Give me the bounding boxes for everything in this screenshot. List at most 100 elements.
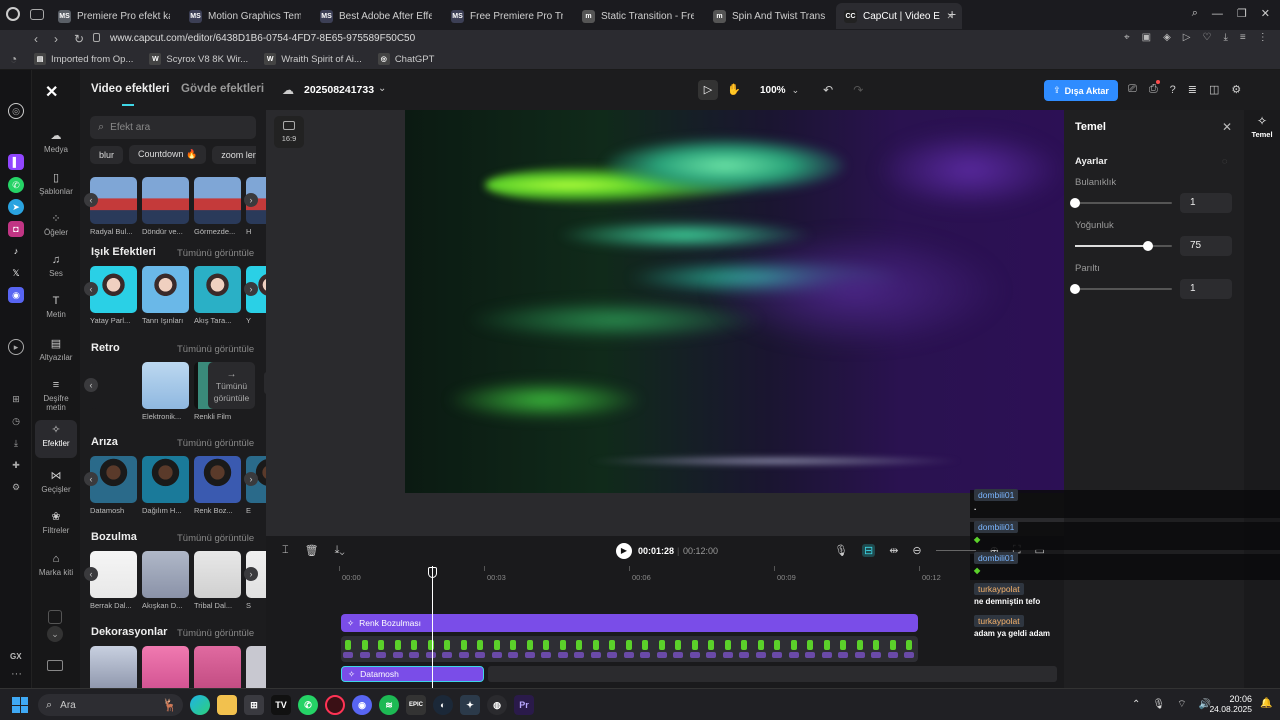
effect-thumbnail[interactable] (142, 456, 189, 503)
telegram-icon[interactable]: ➤ (8, 199, 24, 215)
search-tabs-icon[interactable]: ⌕ (1192, 7, 1198, 20)
redo-icon[interactable]: ↷ (853, 83, 863, 97)
layers-icon[interactable]: ≣ (1188, 83, 1197, 96)
steam-icon[interactable]: ◐ (433, 695, 453, 715)
nav-brand-kit[interactable]: ⌂ Marka kiti (35, 549, 77, 587)
player-icon[interactable]: ▷ (1183, 32, 1191, 43)
reload-icon[interactable]: ↻ (74, 32, 84, 46)
help-icon[interactable]: ? (1170, 84, 1176, 96)
effect-clip[interactable]: ✧ Renk Bozulması (341, 614, 918, 632)
carousel-prev-icon[interactable]: ‹ (84, 472, 98, 486)
pin-icon[interactable]: ⌖ (1124, 32, 1130, 43)
nav-collapse-icon[interactable]: ⌄ (47, 626, 63, 642)
retro-see-all-button[interactable]: → Tümünü görüntüle (208, 362, 255, 409)
downloads-icon[interactable]: ⤓ (8, 435, 24, 451)
nav-filters[interactable]: ❀ Filtreler (35, 507, 77, 535)
tradingview-icon[interactable]: TV (271, 695, 291, 715)
more-icon[interactable]: ··· (11, 668, 22, 680)
tab-basic[interactable]: ✧ Temel (1246, 114, 1278, 140)
spotify-icon[interactable]: ≋ (379, 695, 399, 715)
epic-games-icon[interactable]: EPIC (406, 695, 426, 715)
easy-setup-icon[interactable]: ≡ (1240, 32, 1246, 43)
search-chip[interactable]: zoom lens (212, 145, 256, 164)
effects-search[interactable]: ⌕ Efekt ara (90, 116, 256, 139)
clock-time[interactable]: 20:06 (1208, 694, 1252, 704)
url-field[interactable]: www.capcut.com/editor/6438D1B6-0754-4FD7… (110, 33, 415, 44)
search-chip[interactable]: Countdown 🔥 (129, 145, 207, 164)
discord-icon[interactable]: ◉ (8, 287, 24, 303)
nav-cloud-upload[interactable]: ☁ Medya (35, 126, 77, 154)
split-icon[interactable]: ⌶ (282, 544, 289, 557)
undo-icon[interactable]: ↶ (823, 83, 833, 97)
carousel-next-icon[interactable]: › (244, 193, 258, 207)
delete-icon[interactable]: 🗑 (305, 544, 319, 557)
layout-icon[interactable]: ◫ (1209, 83, 1219, 96)
editor-settings-icon[interactable]: ⚙ (1231, 83, 1241, 96)
back-icon[interactable]: ‹ (34, 32, 38, 46)
aria-icon[interactable]: ◎ (8, 103, 24, 119)
store-icon[interactable]: ⊞ (244, 695, 264, 715)
nav-music[interactable]: ♫ Ses (35, 250, 77, 278)
download-clip-icon[interactable]: ⤓⌄ (335, 544, 345, 557)
whatsapp-icon[interactable]: ✆ (8, 177, 24, 193)
forward-icon[interactable]: › (54, 32, 58, 46)
video-preview[interactable] (405, 110, 1065, 493)
project-name[interactable]: 202508241733 (304, 84, 374, 96)
see-all-link[interactable]: Tümünü görüntüle (177, 344, 254, 355)
valorant-icon[interactable]: ✦ (460, 695, 480, 715)
bookmark-item[interactable]: ◎ ChatGPT (377, 50, 434, 68)
zoom-level[interactable]: 100% (760, 85, 786, 96)
slider-value-input[interactable]: 1 (1180, 193, 1232, 213)
see-all-link[interactable]: Tümünü görüntüle (177, 438, 254, 449)
carousel-next-icon[interactable]: › (244, 282, 258, 296)
nav-elements[interactable]: ⁘ Öğeler (35, 209, 77, 237)
browser-tab[interactable]: CCCapCut | Video Editor | A✕ (836, 3, 962, 29)
tab-body-effects[interactable]: Gövde efektleri (181, 83, 264, 95)
see-all-link[interactable]: Tümünü görüntüle (177, 628, 254, 639)
slider-knob[interactable] (1070, 284, 1080, 294)
search-chip[interactable]: blur (90, 145, 124, 164)
restore-button[interactable]: ❐ (1237, 7, 1247, 20)
notifications-icon[interactable]: ⎙ (1149, 80, 1160, 96)
reset-icon[interactable]: ◌ (1222, 156, 1227, 166)
carousel-prev-icon[interactable]: ‹ (84, 567, 98, 581)
nvidia-icon[interactable]: ◍ (487, 695, 507, 715)
history-icon[interactable]: ◷ (8, 413, 24, 429)
effect-thumbnail[interactable] (194, 266, 241, 313)
browser-tab[interactable]: MS Free Premiere Pro Transit (443, 3, 571, 29)
project-chevron-down-icon[interactable]: ⌄ (378, 83, 386, 94)
edge-icon[interactable] (190, 695, 210, 715)
taskbar-search[interactable]: ⌕ Ara 🦌 (38, 694, 183, 716)
playhead[interactable] (432, 566, 433, 688)
speed-dial-icon[interactable]: ◔ (10, 52, 17, 66)
carousel-prev-icon[interactable]: ‹ (84, 193, 98, 207)
extensions-icon[interactable]: ✚ (8, 457, 24, 473)
minimize-button[interactable]: — (1212, 8, 1223, 20)
nav-transcript[interactable]: ≡ Deşifre metin (35, 375, 77, 413)
instagram-icon[interactable]: ◘ (8, 221, 24, 237)
vpn-icon[interactable]: ◈ (1163, 32, 1171, 43)
player-sidebar-icon[interactable]: ▸ (8, 339, 24, 355)
slider-value-input[interactable]: 1 (1180, 279, 1232, 299)
premiere-pro-icon[interactable]: Pr (514, 695, 534, 715)
effect-thumbnail[interactable] (194, 456, 241, 503)
keyboard-icon[interactable] (47, 660, 63, 671)
whatsapp-task-icon[interactable]: ✆ (298, 695, 318, 715)
browser-tab[interactable]: MS Premiere Pro efekt kaynak (50, 3, 178, 29)
hand-tool-icon[interactable]: ✋ (724, 80, 744, 100)
bookmark-item[interactable]: ▤ Imported from Op... (34, 50, 133, 68)
file-explorer-icon[interactable] (217, 695, 237, 715)
mic-icon[interactable]: 🎙 (834, 544, 848, 557)
tab-video-effects[interactable]: Video efektleri (91, 83, 169, 95)
see-all-link[interactable]: Tümünü görüntüle (177, 248, 254, 259)
browser-tab[interactable]: m Spin And Twist Transition (705, 3, 833, 29)
menu-icon[interactable]: ⋮ (1258, 32, 1268, 43)
snapshot-icon[interactable]: ▣ (1142, 32, 1151, 43)
effect-thumbnail[interactable] (142, 177, 189, 224)
wifi-icon[interactable]: ⌔ (1177, 698, 1186, 711)
present-icon[interactable]: ⎚ (1128, 83, 1137, 96)
effect-thumbnail[interactable] (194, 646, 241, 693)
heart-icon[interactable]: ♡ (1203, 32, 1212, 43)
discord-task-icon[interactable]: ◉ (352, 695, 372, 715)
zoom-out-icon[interactable]: ⊖ (912, 544, 921, 557)
